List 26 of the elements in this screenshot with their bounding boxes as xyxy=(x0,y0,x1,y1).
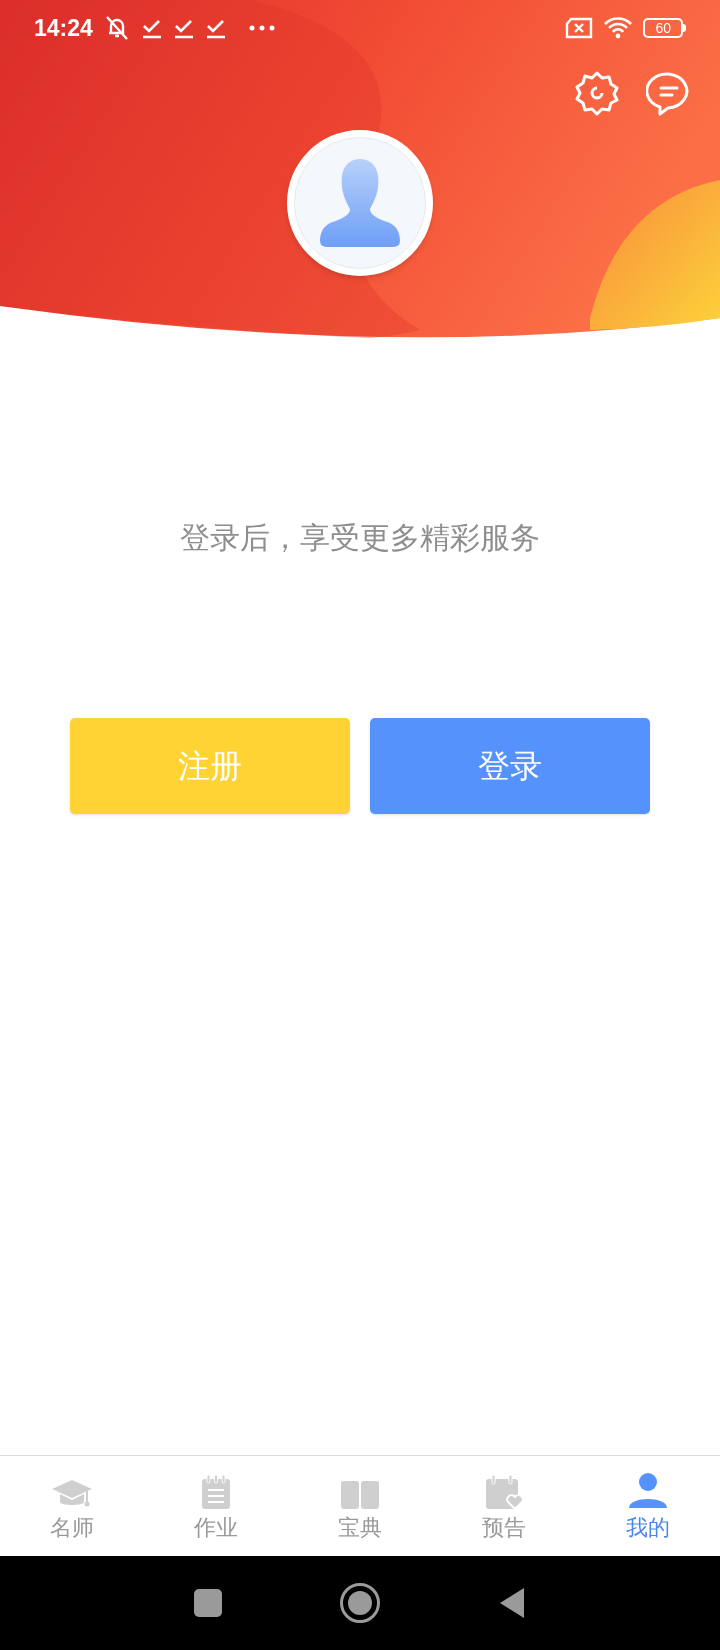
back-button[interactable] xyxy=(498,1586,526,1620)
settings-button[interactable] xyxy=(574,70,620,116)
login-button[interactable]: 登录 xyxy=(370,718,650,814)
login-prompt: 登录后，享受更多精彩服务 xyxy=(179,519,541,557)
calendar-heart-icon xyxy=(485,1474,523,1511)
battery-level: 60 xyxy=(654,21,672,35)
status-time: 14:24 xyxy=(34,13,93,43)
check-icon xyxy=(140,17,163,39)
check-icon xyxy=(204,17,227,39)
home-button[interactable] xyxy=(340,1583,380,1623)
tab-item[interactable]: 我的 xyxy=(576,1456,720,1556)
tab-item[interactable]: 名师 xyxy=(0,1456,144,1556)
more-icon xyxy=(248,25,275,31)
notepad-icon xyxy=(200,1474,232,1511)
check-icon xyxy=(172,17,195,39)
person-icon xyxy=(628,1472,668,1511)
tab-item[interactable]: 预告 xyxy=(432,1456,576,1556)
settings-icon xyxy=(574,70,620,116)
tab-item[interactable]: 宝典 xyxy=(288,1456,432,1556)
tab-item[interactable]: 作业 xyxy=(144,1456,288,1556)
recents-button[interactable] xyxy=(194,1589,222,1617)
wifi-icon xyxy=(603,16,634,40)
open-book-icon xyxy=(340,1480,380,1511)
back-icon xyxy=(498,1586,526,1620)
sim-error-icon xyxy=(565,17,594,39)
person-silhouette-icon xyxy=(320,157,400,249)
